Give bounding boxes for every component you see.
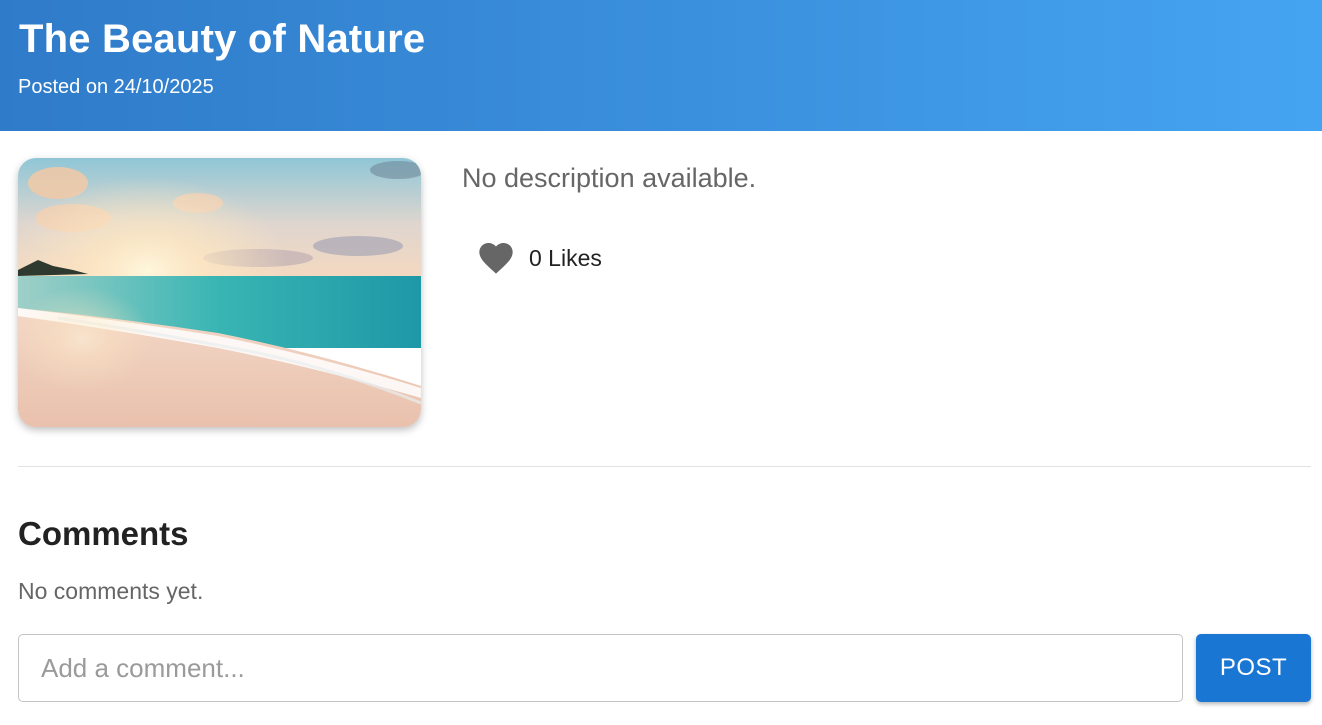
post-comment-button[interactable]: POST [1196, 634, 1311, 702]
post-title: The Beauty of Nature [19, 17, 426, 61]
no-comments-text: No comments yet. [18, 578, 204, 604]
like-count: 0 Likes [529, 245, 602, 271]
post-description: No description available. [462, 163, 757, 193]
section-divider [18, 466, 1311, 467]
like-button[interactable]: 0 Likes [470, 236, 620, 280]
post-image [18, 158, 421, 427]
comment-input[interactable] [18, 634, 1183, 702]
comments-heading: Comments [18, 515, 189, 552]
post-date: Posted on 24/10/2025 [18, 76, 214, 98]
heart-icon[interactable] [476, 238, 516, 278]
post-header: The Beauty of Nature Posted on 24/10/202… [0, 0, 1322, 131]
